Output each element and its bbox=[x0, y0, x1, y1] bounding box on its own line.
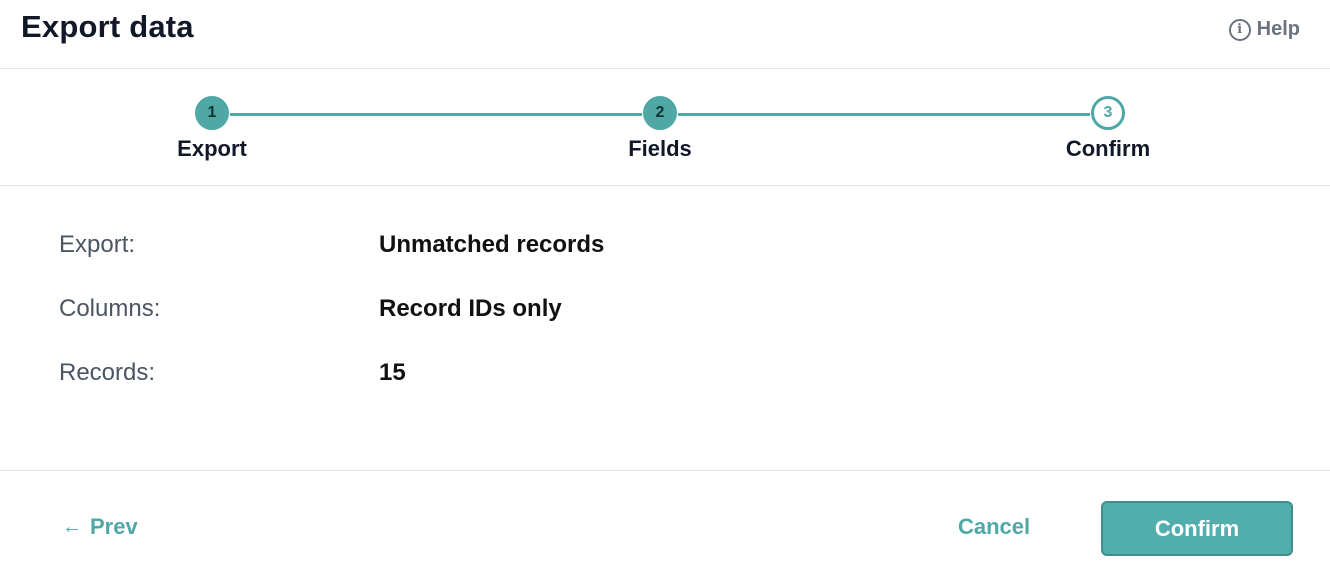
export-data-dialog: Export data i Help 1 Export 2 Fields 3 C… bbox=[0, 0, 1330, 572]
dialog-header: Export data i Help bbox=[0, 0, 1330, 69]
summary-key: Export: bbox=[59, 231, 136, 258]
step-label: Export bbox=[177, 136, 247, 161]
step-confirm: 3 Confirm bbox=[1028, 96, 1188, 162]
prev-label: Prev bbox=[90, 514, 138, 539]
summary-value: Record IDs only bbox=[379, 295, 562, 322]
summary-key: Columns: bbox=[59, 295, 161, 322]
step-label: Fields bbox=[628, 136, 692, 161]
step-number: 1 bbox=[195, 96, 229, 130]
help-button[interactable]: i Help bbox=[1228, 18, 1300, 41]
step-label: Confirm bbox=[1065, 136, 1151, 161]
summary-key: Records: bbox=[59, 359, 156, 386]
confirm-button[interactable]: Confirm bbox=[1101, 501, 1293, 556]
summary-value: Unmatched records bbox=[379, 231, 605, 258]
step-fields: 2 Fields bbox=[580, 96, 740, 162]
help-label: Help bbox=[1256, 18, 1300, 40]
summary-row-export: Export: Unmatched records bbox=[59, 231, 604, 259]
step-export: 1 Export bbox=[132, 96, 292, 162]
step-number: 2 bbox=[643, 96, 677, 130]
arrow-left-icon: ← bbox=[62, 515, 82, 538]
dialog-title: Export data bbox=[21, 9, 194, 44]
info-circle-icon: i bbox=[1228, 18, 1251, 41]
dialog-footer: ← Prev Cancel Confirm bbox=[0, 471, 1330, 572]
summary-value: 15 bbox=[379, 359, 406, 386]
summary-row-columns: Columns: Record IDs only bbox=[59, 295, 562, 323]
progress-stepper: 1 Export 2 Fields 3 Confirm bbox=[0, 69, 1330, 186]
prev-button[interactable]: ← Prev bbox=[62, 514, 138, 540]
summary-row-records: Records: 15 bbox=[59, 359, 406, 387]
cancel-button[interactable]: Cancel bbox=[958, 514, 1030, 540]
step-number: 3 bbox=[1091, 96, 1125, 130]
export-summary: Export: Unmatched records Columns: Recor… bbox=[0, 186, 1330, 471]
